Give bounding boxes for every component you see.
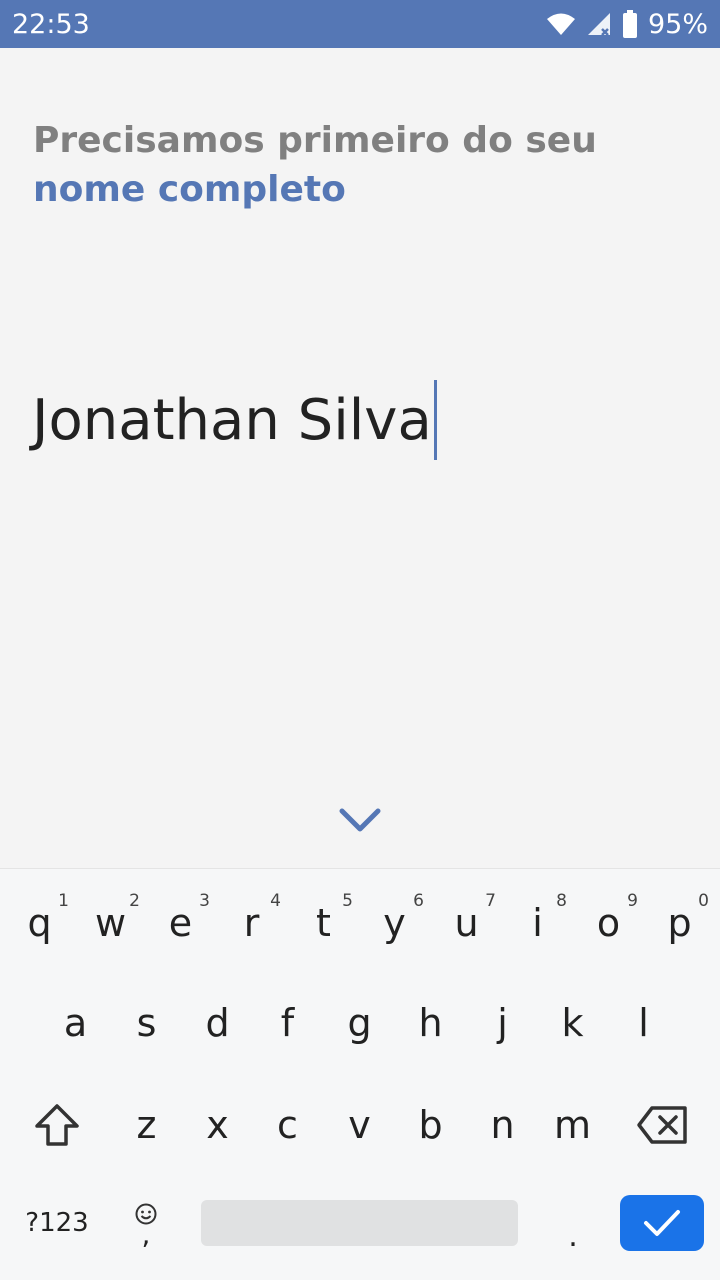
key-d[interactable]: d <box>182 973 253 1073</box>
key-hint: 7 <box>485 891 496 911</box>
key-p[interactable]: p0 <box>644 873 715 973</box>
key-v[interactable]: v <box>324 1075 395 1175</box>
page-title: Precisamos primeiro do seu nome completo <box>33 116 597 214</box>
enter-key[interactable] <box>620 1195 704 1251</box>
key-c[interactable]: c <box>252 1075 323 1175</box>
keyboard-row-1: q1 w2 e3 r4 t5 y6 u7 i8 o9 p0 <box>0 873 720 973</box>
key-label: w <box>94 901 127 945</box>
key-x[interactable]: x <box>182 1075 253 1175</box>
prompt-line-1: Precisamos primeiro do seu <box>33 120 597 161</box>
key-hint: 1 <box>58 891 69 911</box>
key-h[interactable]: h <box>395 973 466 1073</box>
comma-label: , <box>141 1218 151 1251</box>
key-hint: 8 <box>556 891 567 911</box>
key-g[interactable]: g <box>324 973 395 1073</box>
key-label: t <box>316 901 331 945</box>
backspace-icon <box>636 1106 687 1144</box>
key-u[interactable]: u7 <box>431 873 502 973</box>
key-label: y <box>383 901 406 945</box>
soft-keyboard: q1 w2 e3 r4 t5 y6 u7 i8 o9 p0 a s d f g … <box>0 868 720 1280</box>
key-w[interactable]: w2 <box>75 873 146 973</box>
key-label: e <box>168 901 193 945</box>
shift-key[interactable] <box>21 1075 92 1175</box>
keyboard-row-2: a s d f g h j k l <box>0 973 720 1073</box>
key-hint: 9 <box>627 891 638 911</box>
key-label: o <box>596 901 621 945</box>
key-label: q <box>27 901 52 945</box>
status-icons: 95% <box>546 9 708 40</box>
key-s[interactable]: s <box>111 973 182 1073</box>
status-bar: 22:53 95% <box>0 0 720 48</box>
key-label: u <box>454 901 479 945</box>
key-f[interactable]: f <box>252 973 323 1073</box>
status-time: 22:53 <box>12 8 90 40</box>
key-hint: 2 <box>129 891 140 911</box>
key-l[interactable]: l <box>608 973 679 1073</box>
key-k[interactable]: k <box>537 973 608 1073</box>
battery-icon <box>622 10 638 38</box>
chevron-down-icon <box>339 808 381 832</box>
keyboard-row-3: z x c v b n m <box>0 1075 720 1175</box>
key-t[interactable]: t5 <box>288 873 359 973</box>
key-n[interactable]: n <box>467 1075 538 1175</box>
key-q[interactable]: q1 <box>4 873 75 973</box>
key-hint: 6 <box>413 891 424 911</box>
key-label: r <box>243 901 260 945</box>
key-y[interactable]: y6 <box>359 873 430 973</box>
symbols-key[interactable]: ?123 <box>21 1173 93 1273</box>
full-name-value: Jonathan Silva <box>32 387 432 453</box>
comma-emoji-key[interactable]: , <box>110 1173 182 1273</box>
key-hint: 5 <box>342 891 353 911</box>
full-name-input[interactable]: Jonathan Silva <box>32 380 437 460</box>
key-hint: 3 <box>199 891 210 911</box>
prompt-line-2: nome completo <box>33 169 346 210</box>
key-e[interactable]: e3 <box>145 873 216 973</box>
shift-icon <box>34 1104 79 1146</box>
key-z[interactable]: z <box>111 1075 182 1175</box>
key-b[interactable]: b <box>395 1075 466 1175</box>
key-o[interactable]: o9 <box>573 873 644 973</box>
key-a[interactable]: a <box>40 973 111 1073</box>
key-r[interactable]: r4 <box>216 873 287 973</box>
checkmark-icon <box>644 1210 680 1236</box>
key-hint: 4 <box>270 891 281 911</box>
spacebar[interactable] <box>201 1200 518 1246</box>
signal-icon <box>586 11 612 37</box>
battery-percent: 95% <box>647 8 708 40</box>
key-hint: 0 <box>698 891 709 911</box>
key-m[interactable]: m <box>537 1075 608 1175</box>
key-j[interactable]: j <box>467 973 538 1073</box>
wifi-icon <box>546 12 576 36</box>
key-label: i <box>532 901 543 945</box>
text-cursor <box>433 380 437 460</box>
backspace-key[interactable] <box>626 1075 697 1175</box>
period-key[interactable]: . <box>537 1173 609 1273</box>
key-i[interactable]: i8 <box>502 873 573 973</box>
hide-keyboard-button[interactable] <box>338 805 382 837</box>
key-label: p <box>667 901 692 945</box>
